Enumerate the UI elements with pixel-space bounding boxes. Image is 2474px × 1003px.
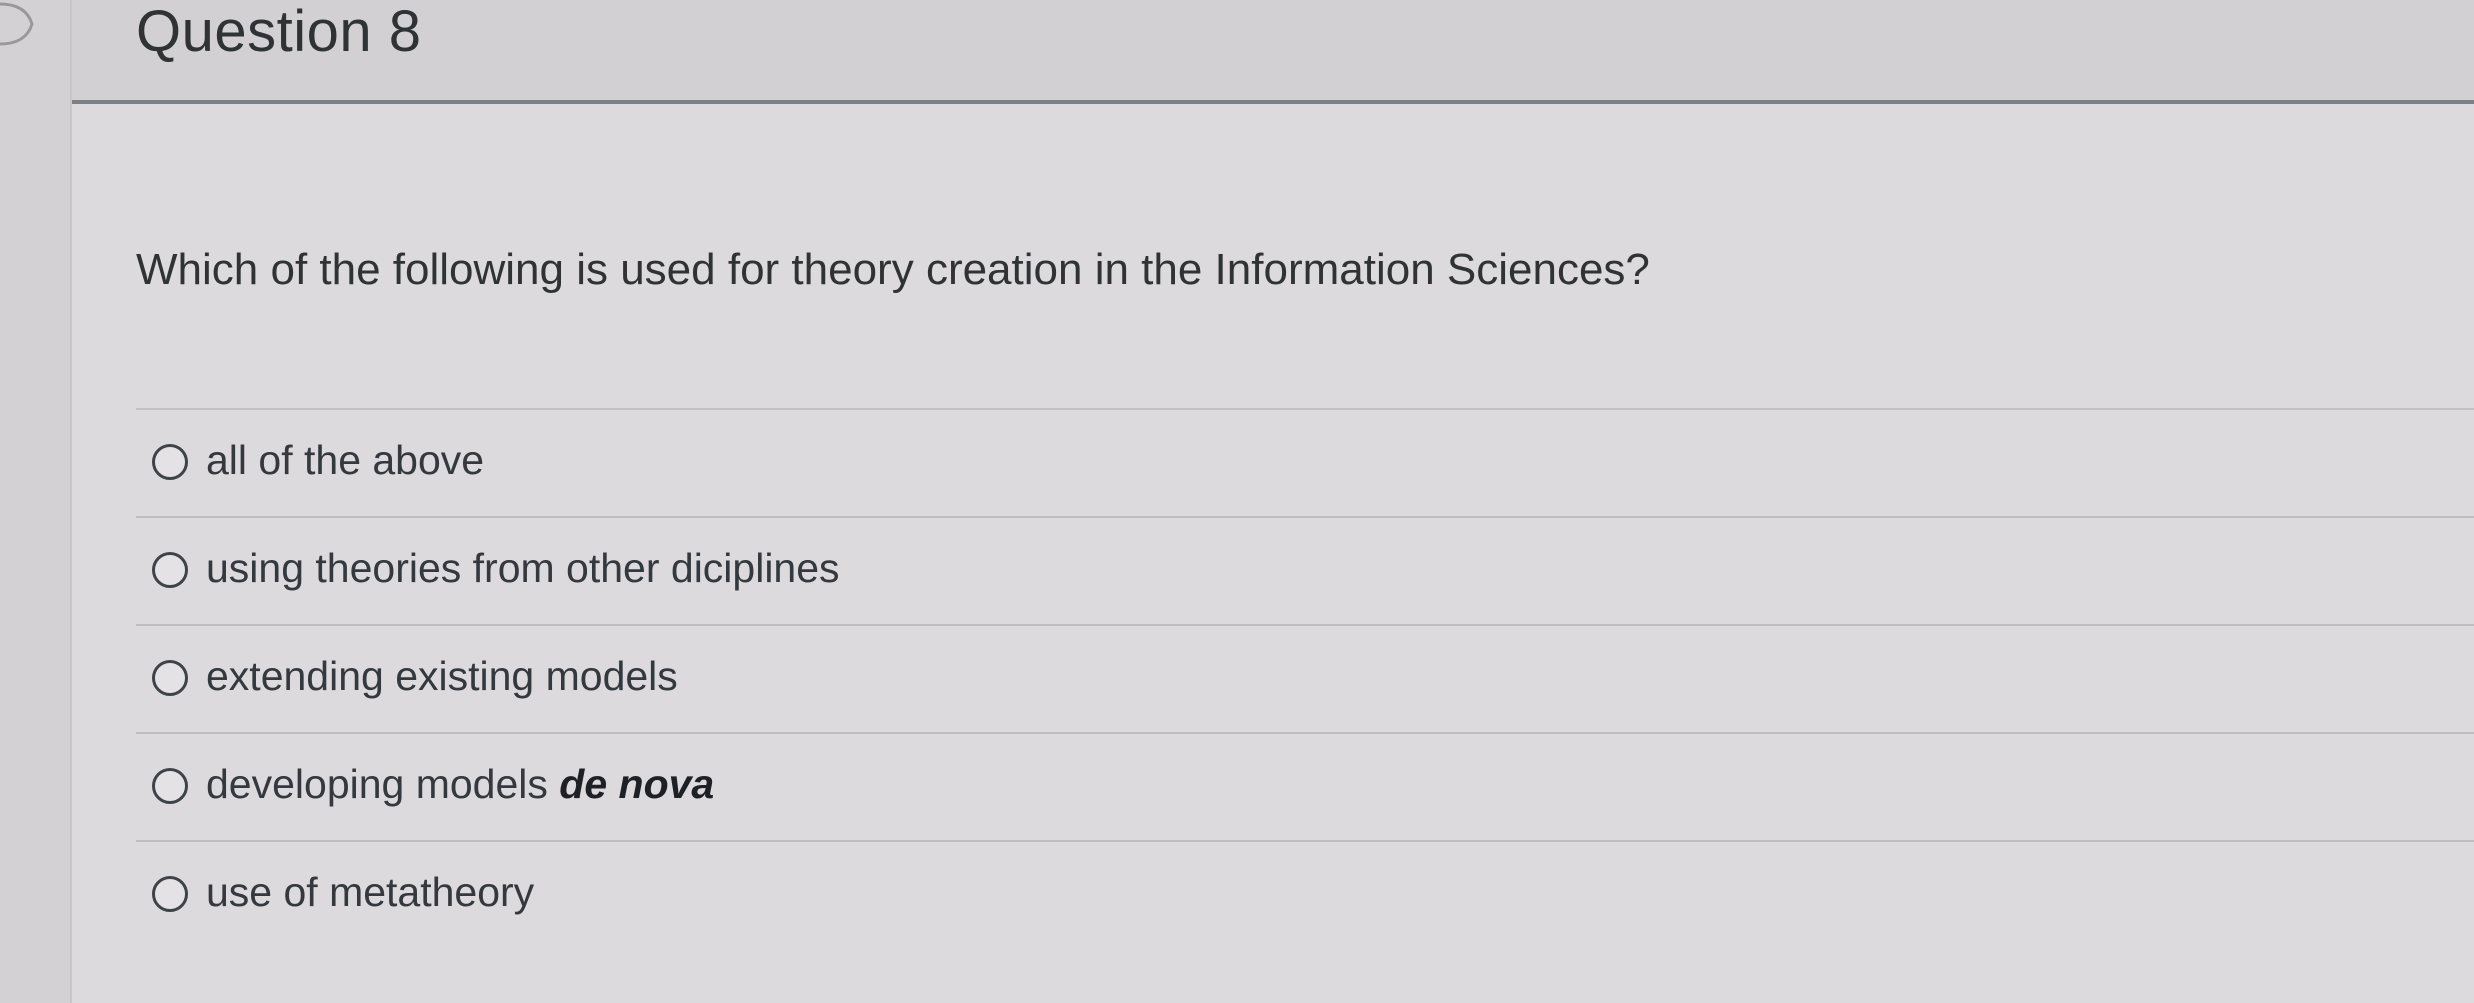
answer-label-emphasis: de nova [559, 761, 715, 807]
radio-button-icon[interactable] [152, 660, 188, 696]
answer-label: extending existing models [206, 653, 678, 699]
answer-list: all of the above using theories from oth… [136, 408, 2474, 948]
question-card: Question 8 Which of the following is use… [72, 0, 2474, 1003]
radio-button-icon[interactable] [152, 444, 188, 480]
chevron-right-icon[interactable] [0, 0, 48, 60]
answer-option-extending-models[interactable]: extending existing models [136, 626, 2474, 734]
answer-label: using theories from other diciplines [206, 545, 840, 591]
radio-button-icon[interactable] [152, 552, 188, 588]
answer-option-all-of-the-above[interactable]: all of the above [136, 410, 2474, 518]
question-header: Question 8 [72, 0, 2474, 104]
answer-option-de-nova[interactable]: developing models de nova [136, 734, 2474, 842]
radio-button-icon[interactable] [152, 768, 188, 804]
answer-option-metatheory[interactable]: use of metatheory [136, 842, 2474, 948]
answer-label: use of metatheory [206, 869, 535, 915]
left-gutter [0, 0, 72, 1003]
question-text: Which of the following is used for theor… [136, 245, 1650, 294]
question-title: Question 8 [136, 0, 422, 64]
radio-button-icon[interactable] [152, 876, 188, 912]
answer-option-other-disciplines[interactable]: using theories from other diciplines [136, 518, 2474, 626]
answer-label-text: developing models [206, 761, 560, 807]
answer-label: all of the above [206, 437, 485, 483]
answer-label: developing models de nova [206, 758, 714, 810]
